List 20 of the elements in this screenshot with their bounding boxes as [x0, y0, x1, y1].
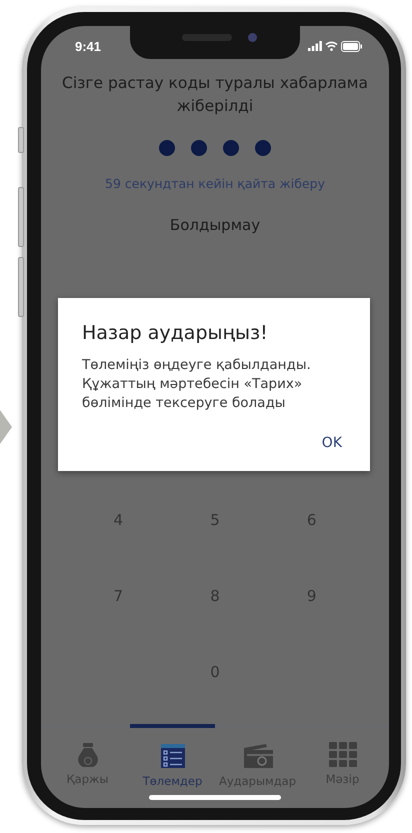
battery-icon: [341, 40, 363, 52]
keypad-key[interactable]: 8: [204, 587, 226, 605]
cancel-link[interactable]: Болдырмау: [170, 216, 260, 234]
list-icon: [158, 742, 186, 770]
dialog-title: Назар аударыңыз!: [82, 322, 269, 344]
signal-icon: [308, 41, 322, 51]
ok-button[interactable]: OK: [318, 431, 346, 455]
status-time: 9:41: [75, 38, 102, 54]
keypad-key[interactable]: 5: [204, 511, 226, 529]
tab[interactable]: Төлемдер: [130, 724, 215, 788]
wifi-icon: [325, 41, 338, 51]
keypad-key[interactable]: 9: [300, 587, 322, 605]
chevron-right-icon: [0, 410, 12, 444]
resend-code-link[interactable]: 59 секундтан кейін қайта жіберу: [105, 176, 325, 191]
keypad-key[interactable]: 6: [300, 511, 322, 529]
grid-menu-icon: [328, 742, 356, 768]
keypad-key[interactable]: 0: [204, 663, 226, 681]
verification-message: Сізге растау коды туралы хабарлама жіберілді: [61, 73, 369, 117]
keypad-key[interactable]: 4: [108, 511, 130, 529]
dialog-message: Төлеміңіз өңдеуге қабылданды. Құжаттың мәртебесін «Тарих» бөлімінде тексеруге болады: [82, 356, 312, 413]
